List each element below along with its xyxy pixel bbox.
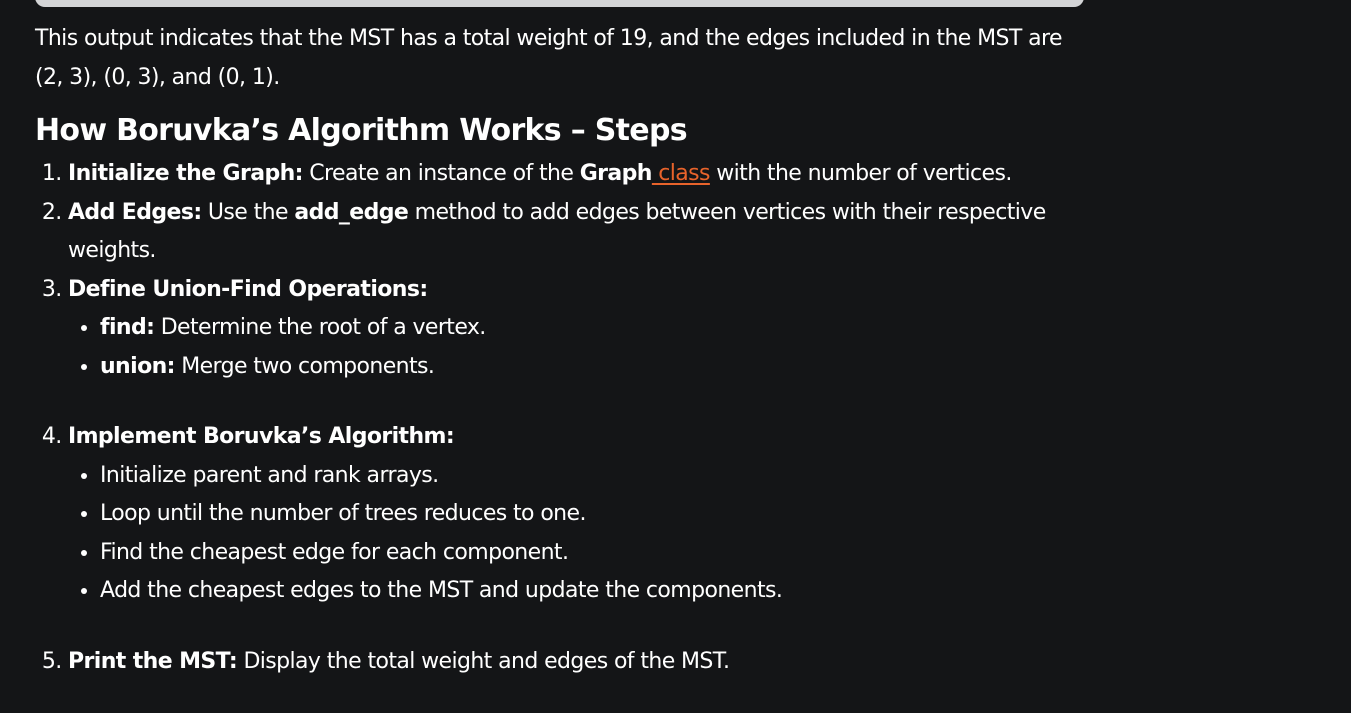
- list-item: Loop until the number of trees reduces t…: [100, 495, 1095, 534]
- list-item: Add the cheapest edges to the MST and up…: [100, 572, 1095, 611]
- list-item: find: Determine the root of a vertex.: [100, 309, 1095, 348]
- step-define-union-find: Define Union-Find Operations: find: Dete…: [68, 271, 1095, 387]
- list-item: Initialize parent and rank arrays.: [100, 457, 1095, 496]
- step-title: Initialize the Graph:: [68, 161, 303, 186]
- section-heading: How Boruvka’s Algorithm Works – Steps: [35, 113, 688, 148]
- step-add-edges: Add Edges: Use the add_edge method to ad…: [68, 194, 1095, 271]
- step-title: Print the MST:: [68, 648, 238, 674]
- boruvka-sublist: Initialize parent and rank arrays. Loop …: [68, 457, 1095, 611]
- step-implement-boruvka: Implement Boruvka’s Algorithm: Initializ…: [68, 418, 1095, 611]
- output-explanation-paragraph: This output indicates that the MST has a…: [35, 26, 1062, 90]
- step-title: Define Union-Find Operations:: [68, 276, 428, 302]
- step-title: Add Edges:: [68, 199, 202, 225]
- list-item: union: Merge two components.: [100, 348, 1095, 387]
- step-title: Implement Boruvka’s Algorithm:: [68, 424, 455, 449]
- article-content: This output indicates that the MST has a…: [35, 20, 1095, 681]
- step-initialize-graph: Initialize the Graph: Create an instance…: [68, 155, 1095, 194]
- union-find-sublist: find: Determine the root of a vertex. un…: [68, 309, 1095, 386]
- code-block-bottom-edge: [35, 0, 1084, 7]
- steps-list: Initialize the Graph: Create an instance…: [35, 155, 1095, 681]
- class-link[interactable]: class: [652, 161, 710, 186]
- list-item: Find the cheapest edge for each componen…: [100, 534, 1095, 573]
- step-print-mst: Print the MST: Display the total weight …: [68, 643, 1095, 682]
